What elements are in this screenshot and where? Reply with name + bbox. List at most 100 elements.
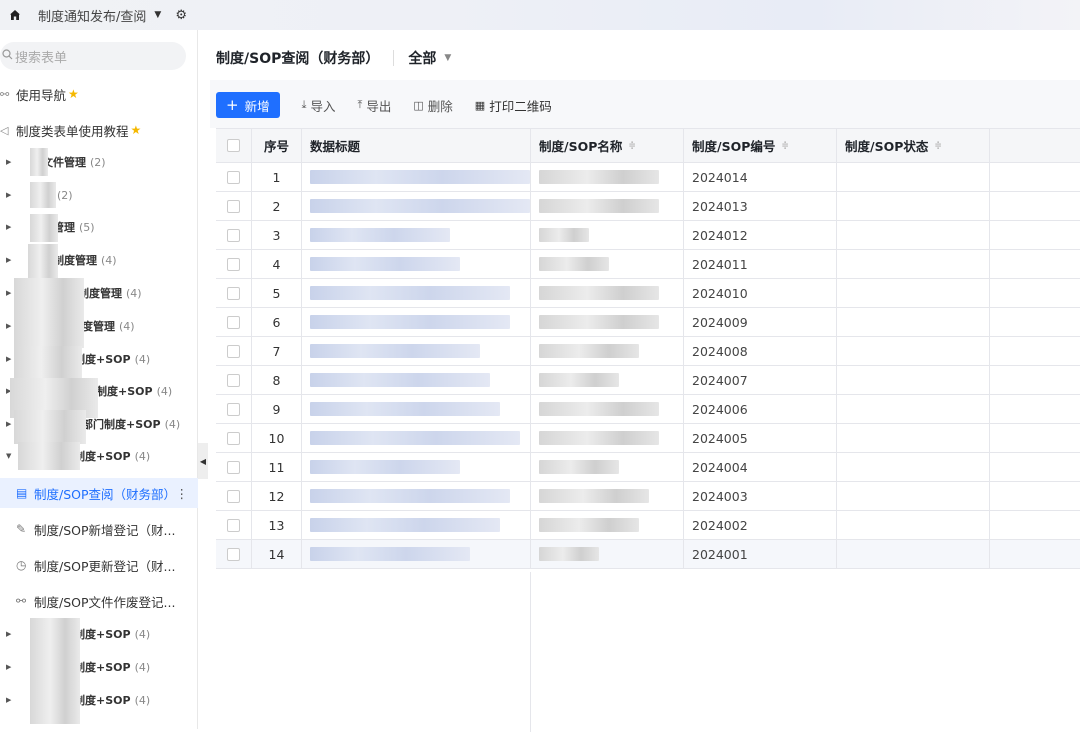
import-button[interactable]: ⤓ 导入: [302, 96, 336, 115]
row-name-redacted[interactable]: [531, 221, 684, 249]
gear-icon[interactable]: ⚙: [175, 8, 187, 23]
table-row[interactable]: 4 2024011: [216, 250, 1080, 279]
row-title-redacted[interactable]: [302, 366, 531, 394]
row-name-redacted[interactable]: [531, 308, 684, 336]
triangle-right-icon: ▶: [6, 663, 12, 671]
row-title-redacted[interactable]: [302, 308, 531, 336]
more-vertical-icon[interactable]: ⋮: [176, 486, 189, 501]
row-name-redacted[interactable]: [531, 250, 684, 278]
row-index: 11: [252, 453, 302, 481]
row-name-redacted[interactable]: [531, 163, 684, 191]
row-title-redacted[interactable]: [302, 250, 531, 278]
toolbar: + 新增 ⤓ 导入 ⤒ 导出 ◫ 删除 ▦ 打印二维码: [216, 92, 552, 118]
table-row[interactable]: 14 2024001: [216, 540, 1080, 569]
row-title-redacted[interactable]: [302, 482, 531, 510]
folder-item[interactable]: ▶ 行制度管理 (4): [0, 249, 117, 271]
view-selector[interactable]: 全部: [408, 48, 436, 68]
row-name-redacted[interactable]: [531, 540, 684, 568]
row-title-redacted[interactable]: [302, 395, 531, 423]
column-header-name[interactable]: 制度/SOP名称 ≑: [531, 129, 684, 162]
column-header-status[interactable]: 制度/SOP状态 ≑: [837, 129, 990, 162]
sidebar-collapse-button[interactable]: ◀: [198, 443, 208, 479]
table-row[interactable]: 8 2024007: [216, 366, 1080, 395]
home-icon[interactable]: [4, 4, 26, 26]
row-checkbox[interactable]: [227, 344, 240, 358]
nav-item-guide[interactable]: ⚯ 使用导航 ★: [0, 82, 79, 106]
row-title-redacted[interactable]: [302, 540, 531, 568]
row-checkbox[interactable]: [227, 257, 240, 271]
row-checkbox[interactable]: [227, 518, 240, 532]
row-checkbox[interactable]: [227, 170, 240, 184]
row-title-redacted[interactable]: [302, 192, 531, 220]
add-button[interactable]: + 新增: [216, 92, 280, 118]
row-checkbox[interactable]: [227, 228, 240, 242]
row-title-redacted[interactable]: [302, 221, 531, 249]
sort-icon[interactable]: ≑: [934, 141, 942, 151]
row-name-redacted[interactable]: [531, 511, 684, 539]
row-checkbox[interactable]: [227, 315, 240, 329]
row-title-redacted[interactable]: [302, 279, 531, 307]
table-row[interactable]: 12 2024003: [216, 482, 1080, 511]
row-checkbox[interactable]: [227, 199, 240, 213]
sidebar-item-sop-add[interactable]: ✎ 制度/SOP新增登记（财...: [0, 514, 198, 544]
row-checkbox[interactable]: [227, 460, 240, 474]
row-number: 2024001: [684, 540, 837, 568]
table-row[interactable]: 7 2024008: [216, 337, 1080, 366]
row-empty-cell: [990, 337, 1080, 365]
row-checkbox[interactable]: [227, 431, 240, 445]
delete-button[interactable]: ◫ 删除: [413, 96, 452, 115]
page-title: 制度/SOP查阅（财务部）: [216, 51, 380, 67]
sidebar-item-sop-query-finance[interactable]: ▤ 制度/SOP查阅（财务部） ⋮: [0, 478, 198, 508]
table-row[interactable]: 3 2024012: [216, 221, 1080, 250]
sidebar-item-label: 制度/SOP更新登记（财...: [34, 558, 176, 574]
column-header-empty: [990, 129, 1080, 162]
table-row[interactable]: 2 2024013: [216, 192, 1080, 221]
caret-down-icon[interactable]: ▼: [154, 10, 161, 20]
sort-icon[interactable]: ≑: [628, 141, 636, 151]
row-title-redacted[interactable]: [302, 424, 531, 452]
row-name-redacted[interactable]: [531, 453, 684, 481]
row-number: 2024014: [684, 163, 837, 191]
caret-down-icon[interactable]: ▼: [444, 53, 451, 63]
row-number: 2024010: [684, 279, 837, 307]
redacted-block: [310, 547, 470, 561]
row-name-redacted[interactable]: [531, 279, 684, 307]
row-checkbox[interactable]: [227, 547, 240, 561]
row-name-redacted[interactable]: [531, 482, 684, 510]
table-row[interactable]: 1 2024014: [216, 163, 1080, 192]
sort-icon[interactable]: ≑: [781, 141, 789, 151]
row-number: 2024012: [684, 221, 837, 249]
app-title[interactable]: 制度通知发布/查阅: [38, 6, 146, 25]
nav-item-tutorial[interactable]: ◁ 制度类表单使用教程 ★: [0, 118, 141, 142]
row-title-redacted[interactable]: [302, 453, 531, 481]
table-row[interactable]: 6 2024009: [216, 308, 1080, 337]
table-row[interactable]: 5 2024010: [216, 279, 1080, 308]
row-name-redacted[interactable]: [531, 337, 684, 365]
row-name-redacted[interactable]: [531, 192, 684, 220]
search-input[interactable]: 搜索表单: [0, 42, 186, 70]
row-title-redacted[interactable]: [302, 163, 531, 191]
row-name-redacted[interactable]: [531, 424, 684, 452]
export-button[interactable]: ⤒ 导出: [357, 96, 391, 115]
row-checkbox[interactable]: [227, 373, 240, 387]
sidebar-item-sop-void[interactable]: ⚯ 制度/SOP文件作废登记...: [0, 586, 198, 616]
row-title-redacted[interactable]: [302, 337, 531, 365]
table-row[interactable]: 13 2024002: [216, 511, 1080, 540]
redacted-block: [539, 170, 659, 184]
row-title-redacted[interactable]: [302, 511, 531, 539]
row-name-redacted[interactable]: [531, 395, 684, 423]
print-qrcode-button[interactable]: ▦ 打印二维码: [475, 96, 552, 115]
column-header-number[interactable]: 制度/SOP编号 ≑: [684, 129, 837, 162]
row-checkbox[interactable]: [227, 286, 240, 300]
row-checkbox[interactable]: [227, 489, 240, 503]
row-checkbox[interactable]: [227, 402, 240, 416]
select-all-checkbox[interactable]: [227, 139, 240, 152]
table-row[interactable]: 11 2024004: [216, 453, 1080, 482]
row-name-redacted[interactable]: [531, 366, 684, 394]
column-header-title[interactable]: 数据标题: [302, 129, 531, 162]
folder-item[interactable]: ▶ 文件管理 (2): [0, 151, 106, 173]
table-row[interactable]: 10 2024005: [216, 424, 1080, 453]
table-row[interactable]: 9 2024006: [216, 395, 1080, 424]
sidebar-item-sop-update[interactable]: ◷ 制度/SOP更新登记（财...: [0, 550, 198, 580]
row-number: 2024006: [684, 395, 837, 423]
